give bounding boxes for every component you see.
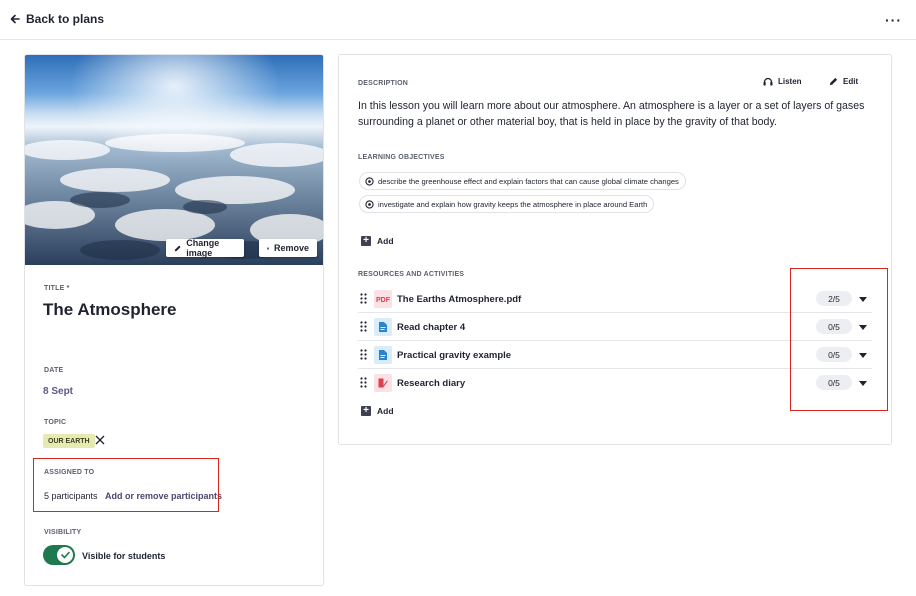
resource-name[interactable]: Research diary (397, 378, 465, 389)
listen-label: Listen (778, 77, 802, 86)
change-image-label: Change image (186, 238, 220, 258)
add-objective-label: Add (377, 236, 394, 246)
date-section-label: DATE (44, 367, 64, 374)
objective-text: describe the greenhouse effect and expla… (378, 176, 679, 186)
remove-image-button[interactable]: Remove (259, 239, 317, 257)
toggle-knob (57, 547, 73, 563)
resource-row[interactable]: Practical gravity example 0/5 (358, 341, 872, 369)
drag-handle-icon[interactable] (360, 293, 367, 304)
listen-button[interactable]: Listen (763, 77, 802, 86)
checkmark-icon (60, 551, 70, 559)
back-to-plans-link[interactable]: Back to plans (10, 12, 104, 26)
add-resource-button[interactable]: + Add (361, 406, 394, 416)
completion-count: 0/5 (816, 375, 852, 390)
target-icon (365, 176, 374, 186)
lesson-content-card: DESCRIPTION Listen Edit In this lesson y… (338, 54, 892, 445)
chevron-down-icon[interactable] (859, 297, 867, 302)
title-section-label: TITLE * (44, 285, 70, 292)
description-text: In this lesson you will learn more about… (358, 100, 865, 128)
pdf-icon: PDF (374, 290, 392, 308)
learning-objectives-section-label: LEARNING OBJECTIVES (358, 154, 445, 161)
chevron-down-icon[interactable] (859, 353, 867, 358)
visibility-section-label: VISIBILITY (44, 529, 82, 536)
lesson-title[interactable]: The Atmosphere (43, 300, 177, 320)
add-objective-button[interactable]: + Add (361, 236, 394, 246)
plus-icon: + (361, 406, 371, 416)
document-icon (374, 318, 392, 336)
drag-handle-icon[interactable] (360, 377, 367, 388)
visibility-toggle[interactable] (43, 545, 75, 565)
completion-count: 2/5 (816, 291, 852, 306)
participants-count: 5 participants (44, 491, 98, 501)
topic-section-label: TOPIC (44, 419, 67, 426)
chevron-down-icon[interactable] (859, 381, 867, 386)
resource-name[interactable]: Read chapter 4 (397, 322, 465, 333)
resource-row[interactable]: Read chapter 4 0/5 (358, 313, 872, 341)
drag-handle-icon[interactable] (360, 349, 367, 360)
description-section-label: DESCRIPTION (358, 80, 409, 87)
lesson-date[interactable]: 8 Sept (43, 386, 73, 397)
headphones-icon (763, 77, 773, 86)
resources-section-label: RESOURCES AND ACTIVITIES (358, 271, 465, 278)
arrow-left-icon (10, 14, 20, 24)
document-icon (374, 346, 392, 364)
pencil-icon (829, 77, 838, 86)
completion-count: 0/5 (816, 347, 852, 362)
more-options-button[interactable]: ··· (885, 12, 902, 28)
diary-icon (374, 374, 392, 392)
chevron-down-icon[interactable] (859, 325, 867, 330)
drag-handle-icon[interactable] (360, 321, 367, 332)
lesson-details-card: Change image Remove TITLE * The Atmosphe… (24, 54, 324, 586)
completion-count: 0/5 (816, 319, 852, 334)
change-image-button[interactable]: Change image (166, 238, 244, 258)
remove-image-label: Remove (273, 243, 309, 253)
add-resource-label: Add (377, 406, 394, 416)
pencil-icon (174, 245, 181, 251)
trash-icon (267, 246, 269, 250)
back-to-plans-label: Back to plans (26, 12, 105, 26)
top-bar: Back to plans ··· (0, 0, 916, 40)
objective-item[interactable]: describe the greenhouse effect and expla… (359, 172, 686, 190)
resource-name[interactable]: Practical gravity example (397, 350, 511, 361)
target-icon (365, 199, 374, 209)
objective-item[interactable]: investigate and explain how gravity keep… (359, 195, 655, 213)
add-remove-participants-link[interactable]: Add or remove participants (105, 491, 222, 501)
svg-text:PDF: PDF (376, 297, 390, 303)
plus-icon: + (361, 236, 371, 246)
edit-description-button[interactable]: Edit (829, 77, 858, 86)
visibility-toggle-label: Visible for students (82, 551, 166, 561)
objective-text: investigate and explain how gravity keep… (378, 199, 648, 209)
remove-topic-icon[interactable] (95, 435, 105, 445)
topic-tag: OUR EARTH (43, 434, 95, 448)
resource-row[interactable]: PDF The Earths Atmosphere.pdf 2/5 (358, 285, 872, 313)
edit-label: Edit (843, 77, 859, 86)
lesson-cover-image (25, 55, 323, 265)
assigned-to-section-label: ASSIGNED TO (44, 469, 95, 476)
resource-name[interactable]: The Earths Atmosphere.pdf (397, 294, 521, 305)
resource-row[interactable]: Research diary 0/5 (358, 369, 872, 397)
